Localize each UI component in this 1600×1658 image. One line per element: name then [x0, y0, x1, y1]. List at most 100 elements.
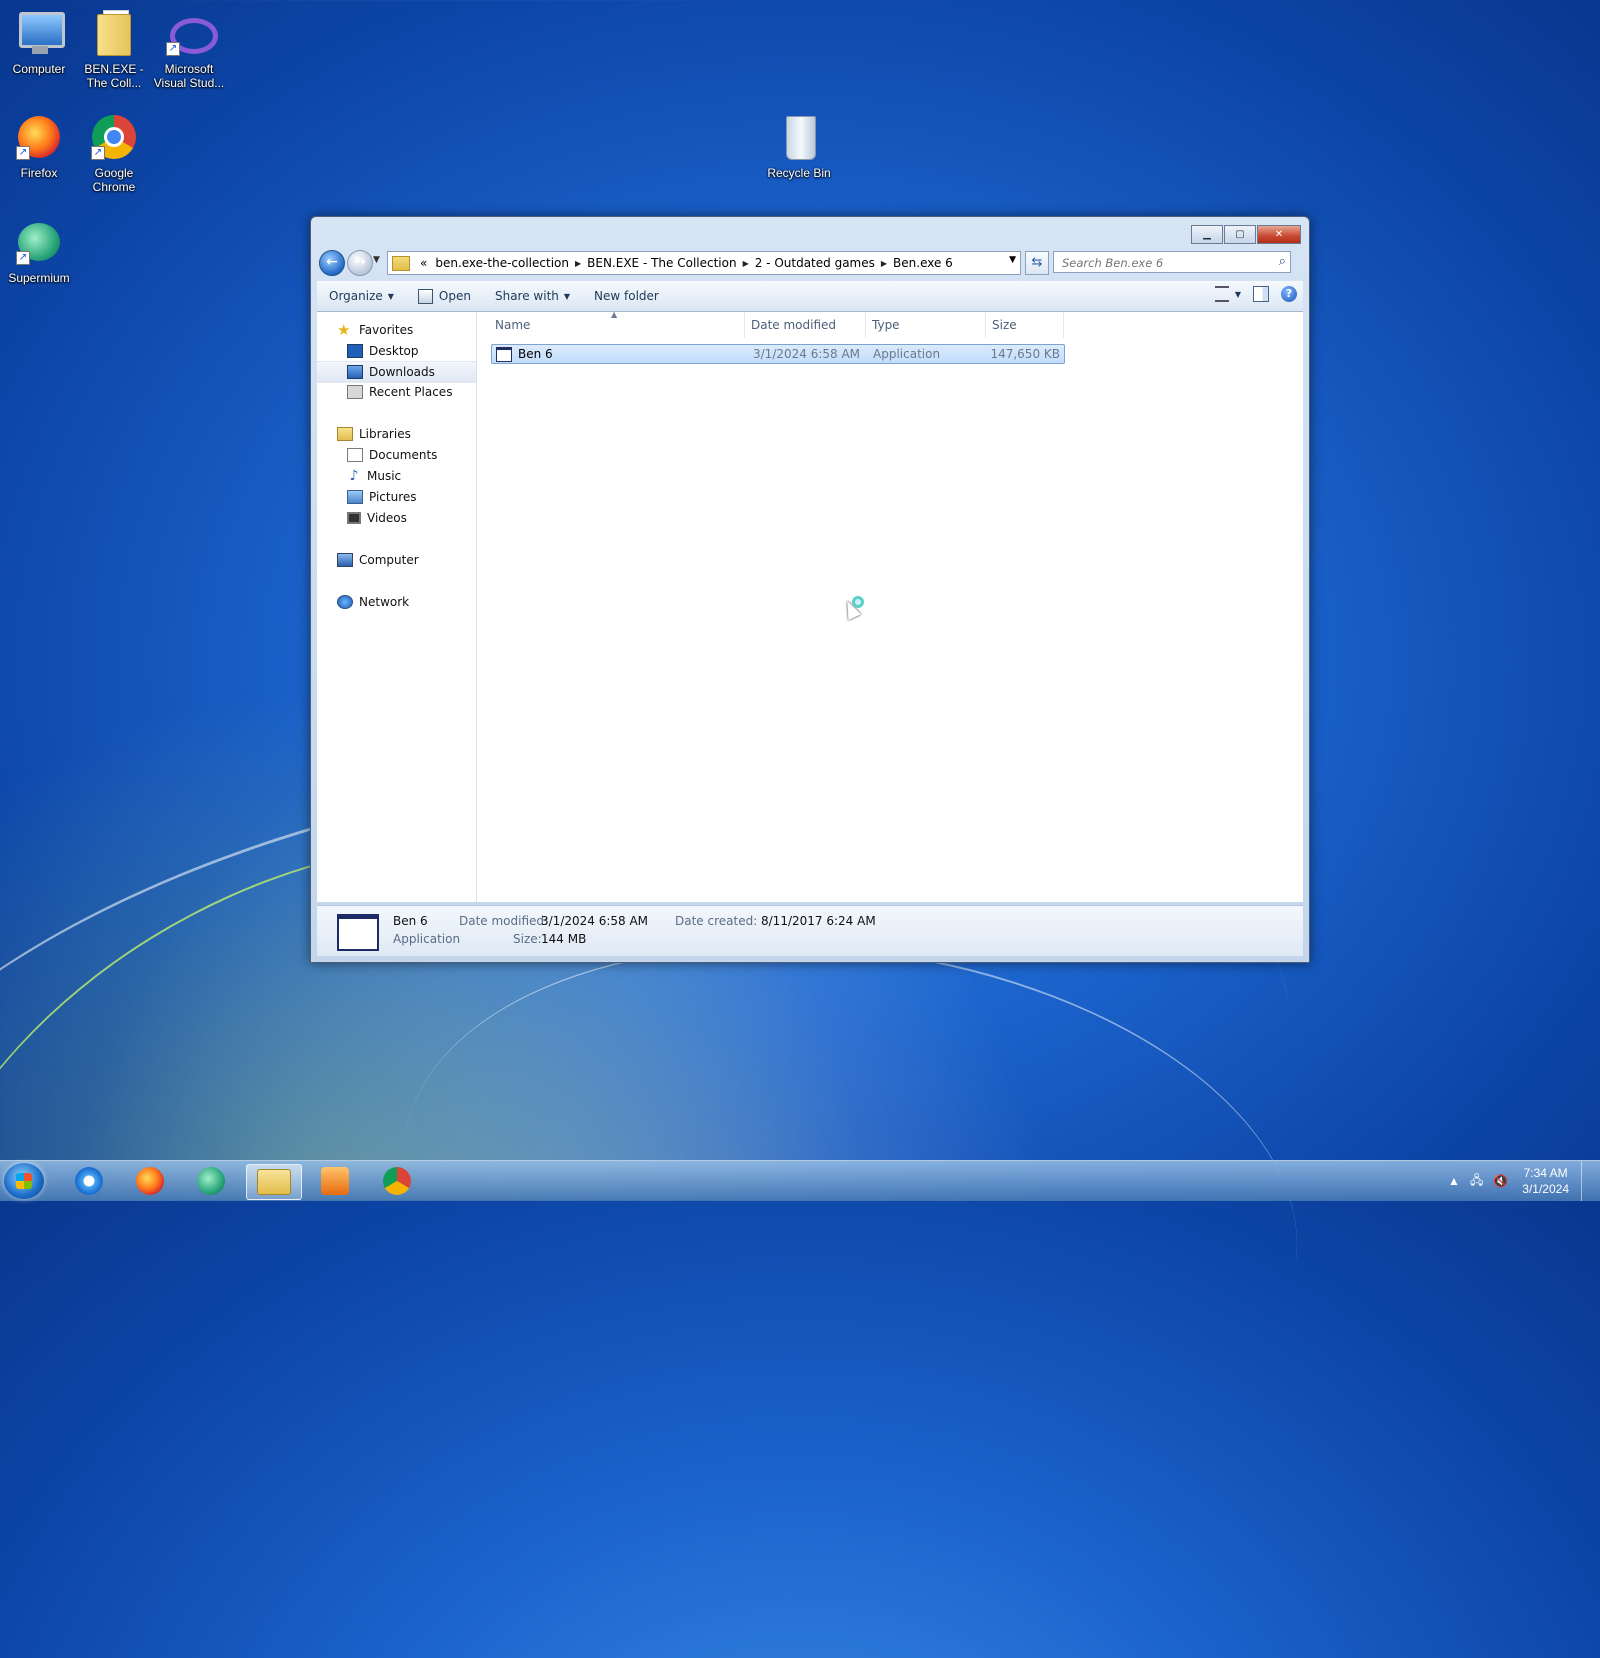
- supermium-icon: [197, 1167, 225, 1195]
- organize-label: Organize: [329, 289, 383, 303]
- address-bar[interactable]: « ben.exe-the-collection ▶ BEN.EXE - The…: [387, 251, 1021, 275]
- file-row[interactable]: Ben 6 3/1/2024 6:58 AM Application 147,6…: [491, 344, 1065, 364]
- nav-item-libraries[interactable]: Libraries: [317, 424, 476, 444]
- search-box: ⌕: [1053, 251, 1291, 273]
- taskbar-media-player[interactable]: [308, 1164, 362, 1198]
- libraries-icon: [337, 427, 353, 441]
- nav-item-favorites[interactable]: ★ Favorites: [317, 320, 476, 340]
- star-icon: ★: [337, 321, 351, 339]
- clock-time: 7:34 AM: [1523, 1166, 1568, 1180]
- nav-item-music[interactable]: ♪ Music: [317, 466, 476, 486]
- downloads-icon: [347, 365, 363, 379]
- recent-pages-dropdown[interactable]: ▼: [373, 255, 383, 265]
- refresh-button[interactable]: ⇆: [1025, 251, 1049, 275]
- taskbar-chrome[interactable]: [370, 1164, 424, 1198]
- preview-pane-icon[interactable]: [1253, 286, 1269, 302]
- desktop-icon-ben-exe-folder[interactable]: BEN.EXE - The Coll...: [75, 8, 153, 90]
- breadcrumb-overflow[interactable]: «: [416, 256, 431, 270]
- nav-item-recent-places[interactable]: Recent Places: [317, 382, 476, 402]
- column-header-date-modified[interactable]: Date modified: [745, 312, 866, 338]
- open-label: Open: [438, 289, 471, 303]
- nav-item-label: Computer: [359, 553, 419, 567]
- desktop-icon-visual-studio[interactable]: ↗ Microsoft Visual Stud...: [150, 8, 228, 90]
- nav-item-network[interactable]: Network: [317, 592, 476, 612]
- change-view-icon[interactable]: [1214, 286, 1229, 302]
- close-button[interactable]: ✕: [1257, 225, 1301, 244]
- help-icon[interactable]: ?: [1281, 286, 1297, 302]
- new-folder-label: New folder: [594, 289, 659, 303]
- arrow-right-icon: →: [354, 254, 366, 270]
- back-button[interactable]: ←: [319, 250, 345, 276]
- nav-item-downloads[interactable]: Downloads: [317, 361, 476, 383]
- open-button[interactable]: Open: [406, 288, 483, 304]
- breadcrumb-item[interactable]: BEN.EXE - The Collection: [583, 256, 740, 270]
- videos-icon: [347, 512, 361, 524]
- desktop-icon-supermium[interactable]: ↗ Supermium: [0, 217, 78, 285]
- desktop-icon-computer[interactable]: Computer: [0, 8, 78, 76]
- show-desktop-button[interactable]: [1581, 1161, 1592, 1201]
- clock[interactable]: 7:34 AM 3/1/2024: [1522, 1165, 1569, 1197]
- taskbar-supermium[interactable]: [184, 1164, 238, 1198]
- start-button[interactable]: [4, 1163, 44, 1199]
- sort-ascending-icon: ▲: [611, 310, 618, 319]
- breadcrumb-item[interactable]: ben.exe-the-collection: [431, 256, 573, 270]
- breadcrumb-separator-icon[interactable]: ▶: [741, 259, 751, 268]
- taskbar-windows-explorer[interactable]: [246, 1164, 302, 1200]
- volume-muted-icon[interactable]: 🔇: [1493, 1174, 1508, 1188]
- minimize-button[interactable]: ▁: [1191, 225, 1223, 244]
- nav-item-label: Music: [367, 469, 402, 483]
- nav-item-videos[interactable]: Videos: [317, 508, 476, 528]
- chevron-down-icon: ▼: [387, 291, 394, 301]
- column-header-label: Date modified: [751, 318, 837, 332]
- organize-button[interactable]: Organize ▼: [317, 289, 406, 303]
- nav-item-documents[interactable]: Documents: [317, 445, 476, 465]
- chrome-icon: [383, 1167, 411, 1195]
- show-hidden-icons-icon[interactable]: ▲: [1448, 1174, 1460, 1188]
- taskbar-internet-explorer[interactable]: [62, 1164, 116, 1198]
- column-header-size[interactable]: Size: [986, 312, 1064, 338]
- taskbar-firefox[interactable]: [123, 1164, 177, 1198]
- view-controls: ▼ ?: [1203, 286, 1297, 302]
- details-pane: Ben 6 Application Date modified: 3/1/202…: [317, 905, 1303, 956]
- computer-icon: [14, 8, 65, 58]
- column-header-name[interactable]: ▲ Name: [489, 310, 745, 338]
- nav-item-desktop[interactable]: Desktop: [317, 341, 476, 361]
- media-player-icon: [321, 1167, 349, 1195]
- music-icon: ♪: [349, 468, 359, 484]
- documents-icon: [347, 448, 363, 462]
- nav-item-computer[interactable]: Computer: [317, 550, 476, 570]
- maximize-button[interactable]: ▢: [1224, 225, 1256, 244]
- file-size: 147,650 KB: [990, 347, 1060, 361]
- nav-item-pictures[interactable]: Pictures: [317, 487, 476, 507]
- share-with-label: Share with: [494, 289, 559, 303]
- address-dropdown-icon[interactable]: ▼: [1009, 255, 1016, 265]
- nav-item-label: Libraries: [359, 427, 411, 441]
- nav-item-label: Desktop: [369, 344, 419, 358]
- column-header-label: Size: [992, 318, 1017, 332]
- internet-explorer-icon: [75, 1167, 103, 1195]
- desktop-icon-firefox[interactable]: ↗ Firefox: [0, 112, 78, 180]
- new-folder-button[interactable]: New folder: [582, 289, 671, 303]
- chevron-down-icon[interactable]: ▼: [1235, 290, 1241, 299]
- desktop-icon-label: BEN.EXE - The Coll...: [84, 62, 144, 90]
- recent-places-icon: [347, 385, 363, 399]
- chrome-icon: ↗: [89, 112, 139, 162]
- breadcrumb-separator-icon[interactable]: ▶: [573, 259, 583, 268]
- caption-buttons: ▁ ▢ ✕: [1190, 225, 1301, 244]
- nav-item-label: Network: [359, 595, 410, 609]
- column-header-type[interactable]: Type: [866, 312, 986, 338]
- nav-item-label: Recent Places: [369, 385, 453, 399]
- search-input[interactable]: [1060, 253, 1274, 273]
- breadcrumb-separator-icon[interactable]: ▶: [879, 259, 889, 268]
- nav-item-label: Documents: [369, 448, 438, 462]
- desktop-icon-recycle-bin[interactable]: Recycle Bin: [760, 112, 838, 180]
- minimize-icon: ▁: [1203, 229, 1211, 240]
- forward-button[interactable]: →: [347, 250, 373, 276]
- network-status-icon[interactable]: 🖧: [1470, 1171, 1483, 1192]
- breadcrumb-item[interactable]: 2 - Outdated games: [751, 256, 879, 270]
- desktop-icon-label: Google Chrome: [92, 166, 136, 194]
- share-with-button[interactable]: Share with ▼: [483, 289, 582, 303]
- desktop-icon-chrome[interactable]: ↗ Google Chrome: [75, 112, 153, 194]
- search-icon[interactable]: ⌕: [1279, 254, 1286, 269]
- breadcrumb-item[interactable]: Ben.exe 6: [889, 256, 957, 270]
